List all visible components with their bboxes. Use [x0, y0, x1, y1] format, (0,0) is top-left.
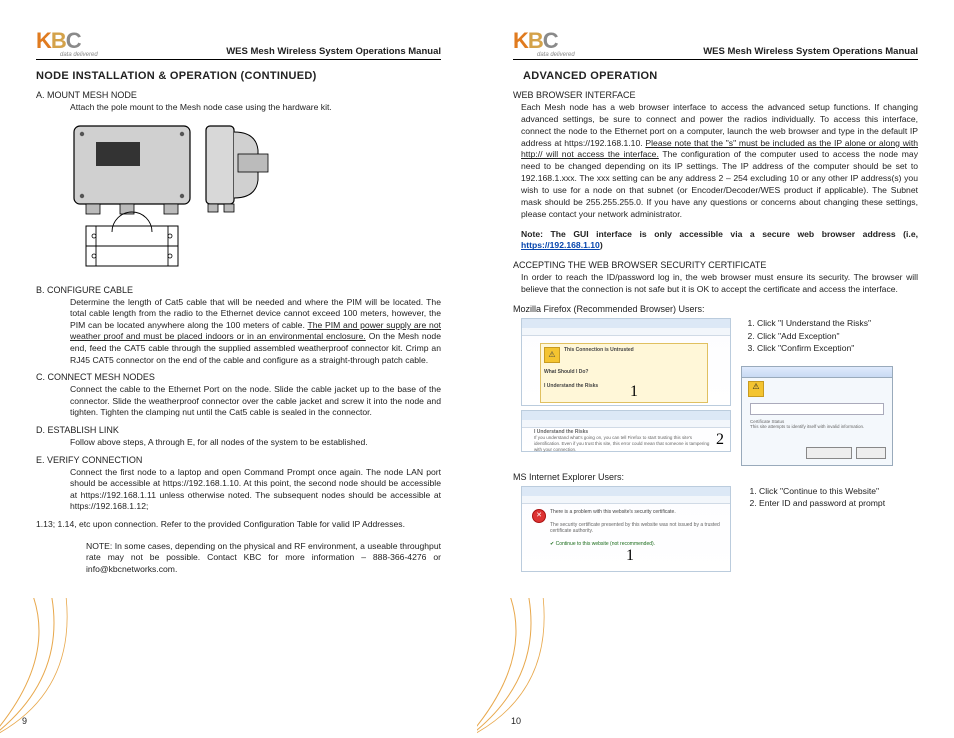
ie-steps-col: Click "Continue to this Website" Enter I…: [743, 486, 918, 572]
step-e-label: E. VERIFY CONNECTION: [36, 455, 441, 465]
page-left: KBC data delivered WES Mesh Wireless Sys…: [0, 0, 477, 738]
header-rule: [36, 59, 441, 60]
p1-post: The configuration of the computer used t…: [521, 149, 918, 218]
page-number-right: 10: [511, 716, 521, 726]
step-d-label: D. ESTABLISH LINK: [36, 425, 441, 435]
firefox-steps: Click "I Understand the Risks" Click "Ad…: [741, 318, 918, 356]
step-e-tail: 1.13; 1.14, etc upon connection. Refer t…: [36, 519, 441, 531]
ff-step-3: Click "Confirm Exception": [757, 343, 918, 355]
step-a-body: Attach the pole mount to the Mesh node c…: [70, 102, 441, 114]
gui-note-link[interactable]: https://192.168.1.10: [521, 240, 600, 250]
step-c-label: C. CONNECT MESH NODES: [36, 372, 441, 382]
callout-ie-1: 1: [626, 547, 634, 565]
gui-note-post: ): [600, 240, 603, 250]
footer-swoosh-right: [477, 598, 597, 738]
dialog-button: [856, 447, 886, 459]
gui-note-pre: Note: The GUI interface is only accessib…: [521, 229, 918, 239]
callout-1: 1: [630, 383, 638, 401]
firefox-shots-col: ⚠ This Connection is Untrusted What Shou…: [521, 318, 731, 466]
header-rule-r: [513, 59, 918, 60]
logo-text: KBC: [36, 28, 81, 54]
ie-step-2: Enter ID and password at prompt: [759, 498, 918, 510]
firefox-screenshot-1: ⚠ This Connection is Untrusted What Shou…: [521, 318, 731, 406]
section-heading-left: NODE INSTALLATION & OPERATION (CONTINUED…: [36, 70, 441, 82]
ff-line1: What Should I Do?: [544, 369, 704, 375]
page-spread: KBC data delivered WES Mesh Wireless Sys…: [0, 0, 954, 738]
firefox-screenshot-2: I Understand the Risks If you understand…: [521, 410, 731, 452]
step-d-body: Follow above steps, A through E, for all…: [70, 437, 441, 449]
callout-2: 2: [716, 431, 724, 449]
ie-steps: Click "Continue to this Website" Enter I…: [743, 486, 918, 510]
left-note: NOTE: In some cases, depending on the ph…: [86, 541, 441, 576]
para-web-interface: Each Mesh node has a web browser interfa…: [521, 102, 918, 221]
ie-step-1: Click "Continue to this Website": [759, 486, 918, 498]
logo-text-r: KBC: [513, 28, 558, 54]
step-b-body: Determine the length of Cat5 cable that …: [70, 297, 441, 367]
ff-step-1: Click "I Understand the Risks": [757, 318, 918, 330]
ie-label: MS Internet Explorer Users:: [513, 472, 918, 482]
logo-c-r: C: [543, 28, 558, 53]
page-number-left: 9: [22, 716, 27, 726]
subhead-certificate: ACCEPTING THE WEB BROWSER SECURITY CERTI…: [513, 260, 918, 270]
firefox-dialog-screenshot: ⚠ Certificate StatusThis site attempts t…: [741, 366, 893, 466]
ie-row: ✕ There is a problem with this website's…: [521, 486, 918, 572]
step-c-body: Connect the cable to the Ethernet Port o…: [70, 384, 441, 419]
subhead-web-interface: WEB BROWSER INTERFACE: [513, 90, 918, 100]
step-e-body: Connect the first node to a laptop and o…: [70, 467, 441, 513]
logo-b: B: [51, 28, 66, 53]
step-b-label: B. CONFIGURE CABLE: [36, 285, 441, 295]
firefox-label: Mozilla Firefox (Recommended Browser) Us…: [513, 304, 918, 314]
ie-screenshot: ✕ There is a problem with this website's…: [521, 486, 731, 572]
logo-c: C: [66, 28, 81, 53]
warning-icon-dialog: ⚠: [748, 381, 764, 397]
shield-error-icon: ✕: [532, 509, 546, 523]
ff-line2: I Understand the Risks: [544, 383, 704, 389]
page-right: KBC data delivered WES Mesh Wireless Sys…: [477, 0, 954, 738]
mount-diagram: [66, 120, 286, 275]
firefox-row: ⚠ This Connection is Untrusted What Shou…: [521, 318, 918, 466]
logo-k: K: [36, 28, 51, 53]
ff-step-2: Click "Add Exception": [757, 331, 918, 343]
para-certificate: In order to reach the ID/password log in…: [521, 272, 918, 296]
step-a-label: A. MOUNT MESH NODE: [36, 90, 441, 100]
footer-swoosh-left: [0, 598, 120, 738]
logo-b-r: B: [528, 28, 543, 53]
dialog-button: [806, 447, 852, 459]
firefox-steps-col: Click "I Understand the Risks" Click "Ad…: [741, 318, 918, 466]
warning-icon: ⚠: [544, 347, 560, 363]
logo-k-r: K: [513, 28, 528, 53]
ff-screenshot-title: This Connection is Untrusted: [564, 347, 634, 363]
section-heading-right: ADVANCED OPERATION: [523, 70, 918, 82]
gui-note: Note: The GUI interface is only accessib…: [521, 229, 918, 253]
